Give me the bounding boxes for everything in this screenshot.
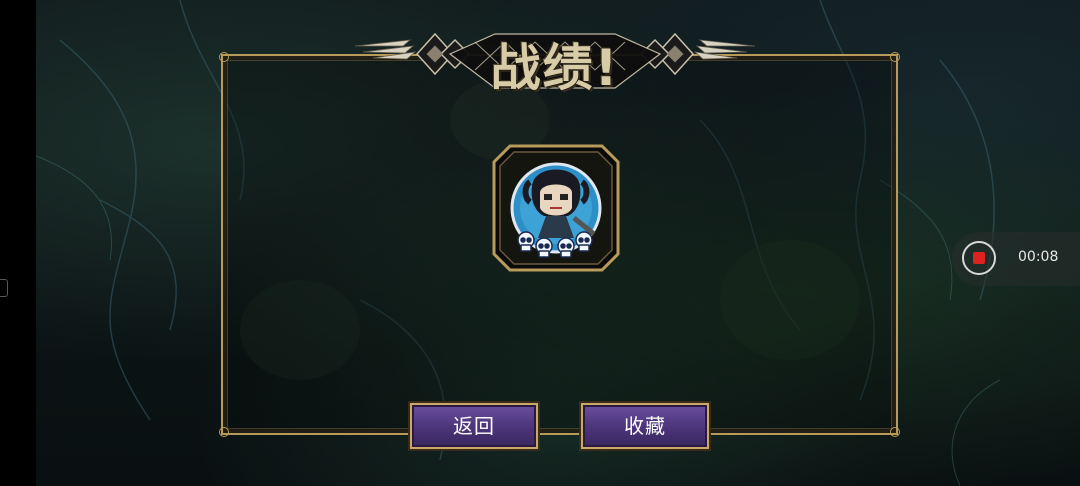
skull-icon [517, 231, 535, 252]
stop-icon [973, 252, 985, 264]
side-handle[interactable] [0, 279, 8, 297]
back-button[interactable]: 返回 [410, 403, 538, 449]
collect-button[interactable]: 收藏 [581, 403, 709, 449]
screen-recorder: 00:08 [952, 232, 1080, 286]
title-banner: 战绩! [355, 22, 755, 97]
collect-button-label: 收藏 [624, 414, 666, 438]
record-stop-button[interactable] [962, 241, 996, 275]
corner-ornament [890, 52, 900, 62]
corner-ornament [219, 427, 229, 437]
corner-ornament [890, 427, 900, 437]
page-title: 战绩! [490, 39, 620, 97]
skull-icon [575, 231, 593, 252]
back-button-label: 返回 [453, 414, 495, 438]
left-edge-bar [0, 0, 36, 486]
corner-ornament [219, 52, 229, 62]
kill-badge [490, 142, 622, 274]
record-timer: 00:08 [1018, 249, 1059, 265]
skull-icon [535, 237, 553, 258]
skull-icon [557, 237, 575, 258]
